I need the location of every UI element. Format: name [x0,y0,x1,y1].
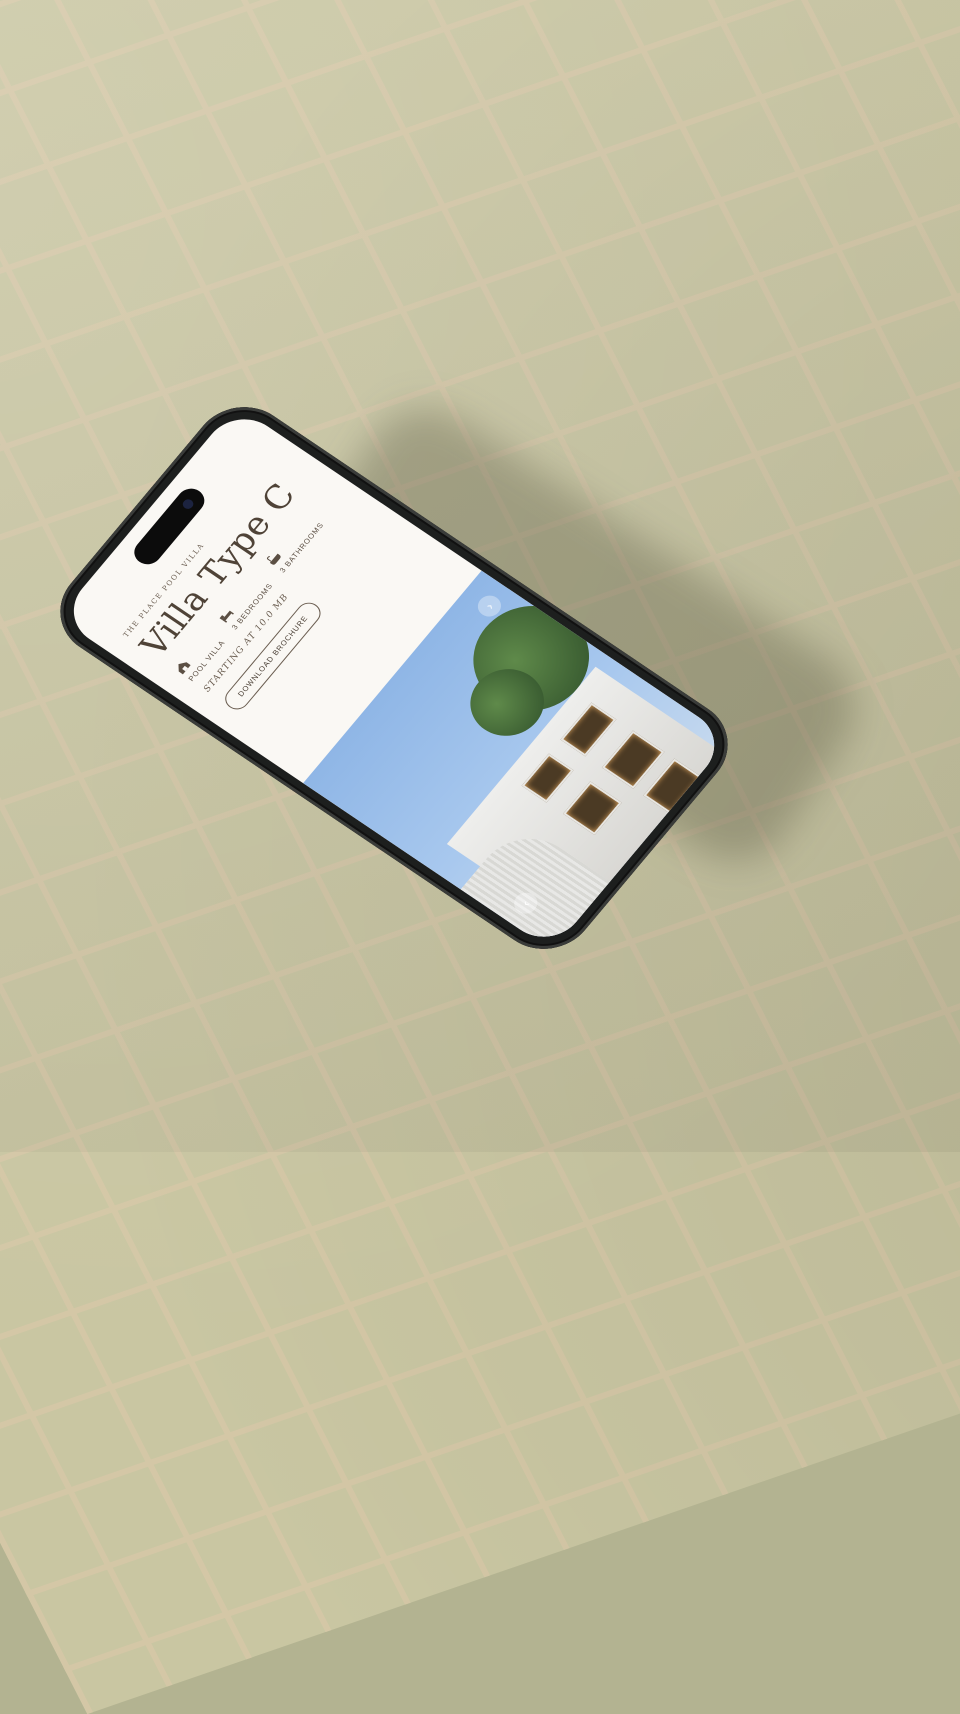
window [563,781,622,836]
feature-label: 3 BATHROOMS [277,520,326,575]
window [521,753,574,803]
window [560,702,617,757]
